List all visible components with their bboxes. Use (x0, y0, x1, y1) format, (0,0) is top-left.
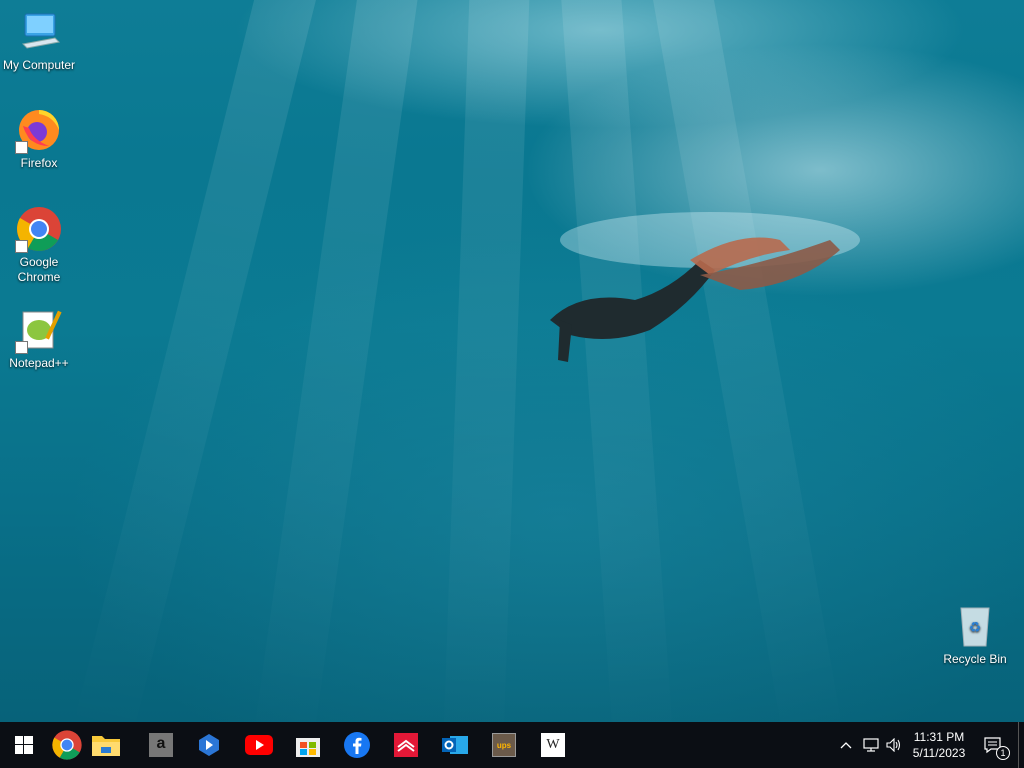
light-ray (442, 0, 530, 722)
taskbar-file-explorer-button[interactable] (84, 722, 128, 768)
chrome-shortcut[interactable]: Google Chrome (0, 205, 78, 285)
firefox-icon (15, 106, 63, 154)
my-computer-shortcut[interactable]: My Computer (0, 8, 78, 73)
chevron-up-icon (840, 742, 852, 749)
show-desktop-button[interactable] (1018, 722, 1024, 768)
show-hidden-icons-button[interactable] (836, 722, 856, 768)
network-icon (863, 738, 879, 752)
icon-label: Firefox (20, 156, 58, 170)
icon-label: Google Chrome (17, 255, 61, 284)
bank-of-america-icon (394, 733, 418, 757)
notepad-plus-plus-icon (15, 306, 63, 354)
taskbar-facebook-button[interactable] (335, 722, 379, 768)
taskbar-amazon-button[interactable]: a (139, 722, 183, 768)
taskbar: a ups W 11:31 PM 5/11/2023 1 (0, 722, 1024, 768)
taskbar-outlook-button[interactable] (433, 722, 477, 768)
volume-button[interactable] (883, 722, 905, 768)
outlook-icon (442, 736, 468, 754)
clock-time: 11:31 PM (913, 730, 965, 744)
microsoft-store-icon (296, 738, 320, 757)
freediver-image (550, 212, 860, 362)
shortcut-arrow-icon (15, 141, 28, 154)
windows-logo-icon (15, 736, 33, 754)
folder-icon (92, 736, 120, 756)
icon-label: Notepad++ (9, 356, 69, 370)
shortcut-arrow-icon (15, 341, 28, 354)
clock[interactable]: 11:31 PM 5/11/2023 (906, 722, 972, 768)
amazon-icon: a (149, 733, 173, 757)
network-button[interactable] (860, 722, 882, 768)
desktop-wallpaper (0, 0, 1024, 722)
taskbar-ups-button[interactable]: ups (482, 722, 526, 768)
recycle-bin-icon: ♻ (951, 602, 999, 650)
computer-icon (15, 8, 63, 56)
youtube-icon (245, 735, 273, 755)
taskbar-youtube-button[interactable] (237, 722, 281, 768)
start-button[interactable] (2, 722, 46, 768)
notepad-plus-plus-shortcut[interactable]: Notepad++ (0, 306, 78, 371)
firefox-shortcut[interactable]: Firefox (0, 106, 78, 171)
taskbar-bank-of-america-button[interactable] (384, 722, 428, 768)
chrome-icon (15, 205, 63, 253)
icon-label: Recycle Bin (943, 652, 1007, 666)
taskbar-microsoft-store-button[interactable] (286, 722, 330, 768)
icon-label: My Computer (2, 58, 76, 72)
shortcut-arrow-icon (15, 240, 28, 253)
taskbar-chrome-button[interactable] (45, 722, 89, 768)
ups-icon: ups (492, 733, 516, 757)
action-center-button[interactable]: 1 (975, 722, 1011, 768)
taskbar-wikipedia-button[interactable]: W (531, 722, 575, 768)
wikipedia-icon: W (541, 733, 565, 757)
speaker-icon (886, 738, 901, 752)
bing-icon (199, 734, 219, 756)
clock-date: 5/11/2023 (912, 746, 966, 760)
facebook-icon (344, 732, 370, 758)
svg-text:♻: ♻ (969, 619, 982, 635)
chrome-icon (52, 730, 82, 760)
recycle-bin-shortcut[interactable]: ♻ Recycle Bin (936, 602, 1014, 667)
taskbar-bing-button[interactable] (187, 722, 231, 768)
notification-badge: 1 (996, 746, 1010, 760)
